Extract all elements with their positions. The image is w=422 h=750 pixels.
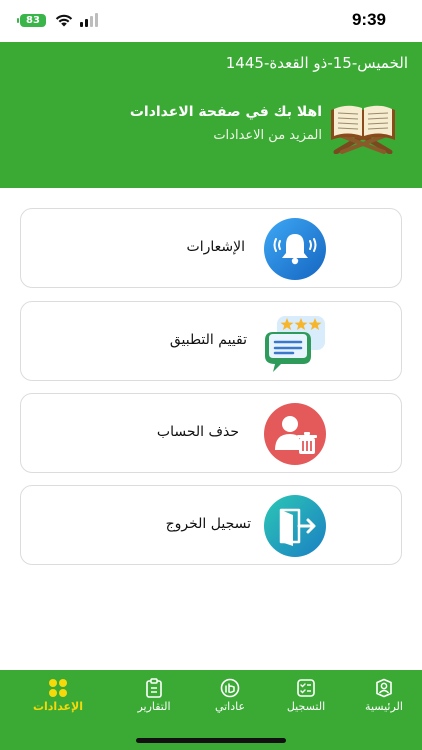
tab-register[interactable]: التسجيل (264, 670, 348, 730)
tab-settings[interactable]: الإعدادات (16, 670, 100, 730)
quran-book-icon (331, 105, 395, 154)
rating-chat-icon (265, 316, 325, 372)
status-bar: 83 9:39 (0, 0, 422, 42)
cellular-signal-icon (80, 13, 98, 27)
tab-habits-label: عاداتي (214, 700, 246, 713)
rate-app-label: تقييم التطبيق (169, 332, 247, 348)
tab-reports[interactable]: التقارير (112, 670, 196, 730)
rate-app-button[interactable]: تقييم التطبيق (20, 301, 402, 381)
tab-reports-label: التقارير (137, 700, 171, 713)
habits-icon (220, 678, 240, 698)
notifications-button[interactable]: الإشعارات (20, 208, 402, 288)
header-banner: الخميس-15-ذو القعدة-1445 اهلا بك في صفحة… (0, 42, 422, 188)
delete-account-button[interactable]: حذف الحساب (20, 393, 402, 473)
bell-icon (264, 218, 326, 280)
page-subtitle: المزيد من الاعدادات (213, 128, 322, 143)
tab-home[interactable]: الرئيسية (342, 670, 422, 730)
battery-indicator: 83 (17, 14, 46, 27)
checklist-icon (297, 679, 315, 697)
tab-home-label: الرئيسية (365, 700, 403, 713)
delete-account-icon (264, 403, 326, 465)
hijri-date: الخميس-15-ذو القعدة-1445 (225, 54, 408, 72)
logout-icon (264, 495, 326, 557)
page-title: اهلا بك في صفحة الاعدادات (129, 104, 322, 120)
logout-label: تسجيل الخروج (165, 516, 251, 532)
wifi-icon (55, 14, 73, 27)
clock: 9:39 (351, 10, 386, 29)
tab-register-label: التسجيل (286, 700, 326, 713)
delete-account-label: حذف الحساب (156, 424, 239, 440)
home-indicator (136, 738, 286, 743)
tab-settings-label: الإعدادات (32, 700, 84, 713)
grid-icon (49, 679, 67, 697)
clipboard-icon (146, 678, 162, 698)
logout-button[interactable]: تسجيل الخروج (20, 485, 402, 565)
tab-habits[interactable]: عاداتي (188, 670, 272, 730)
profile-icon (376, 678, 392, 698)
notifications-label: الإشعارات (186, 239, 245, 255)
